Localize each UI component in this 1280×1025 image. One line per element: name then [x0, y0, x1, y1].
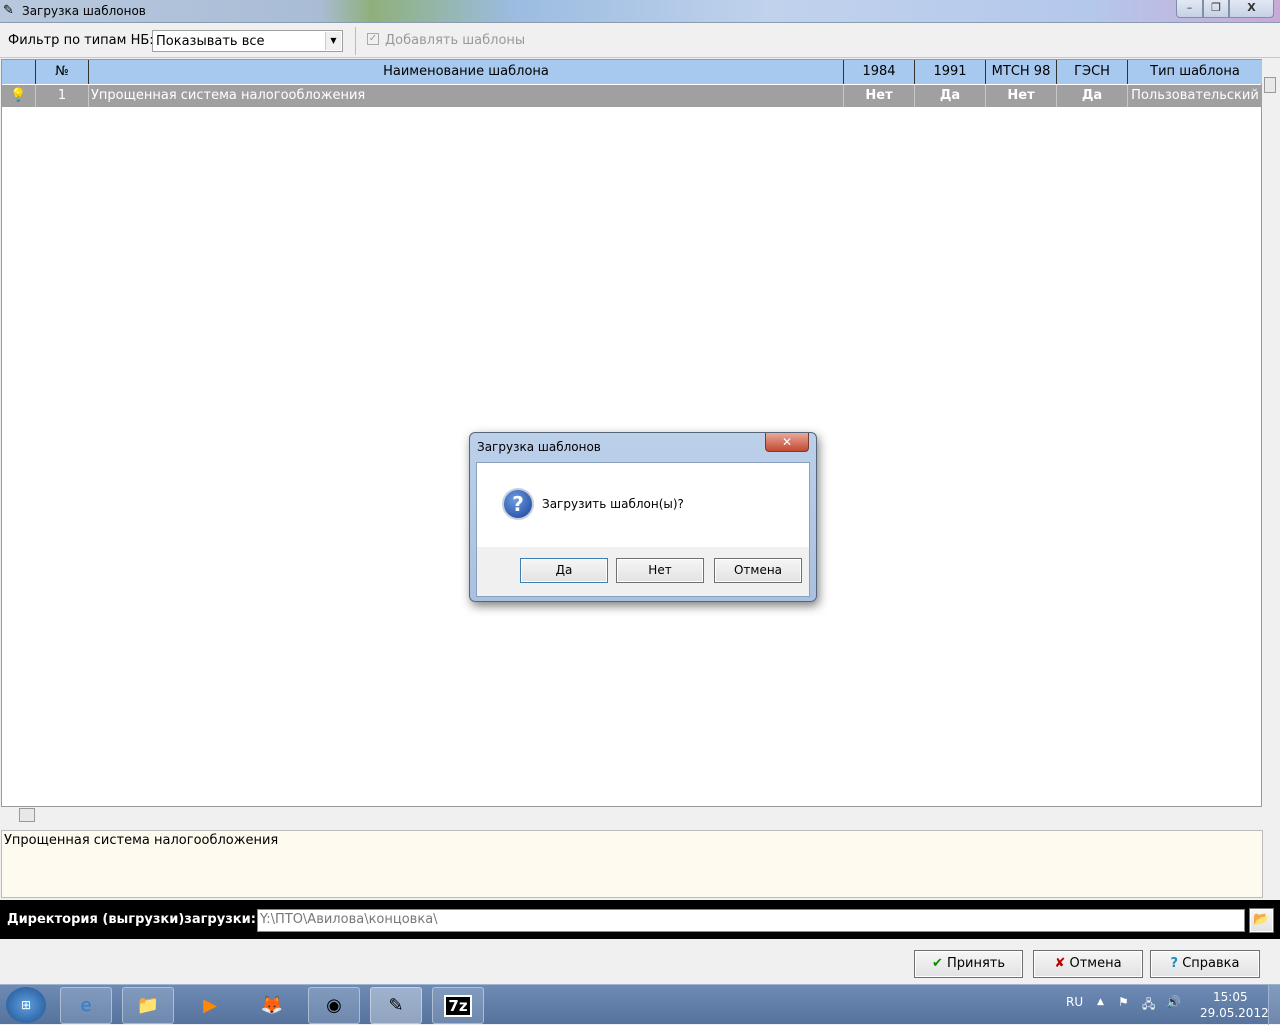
folder-open-icon[interactable]: 📂 [1249, 908, 1274, 933]
add-templates-checkbox[interactable]: ✓ [367, 33, 379, 45]
scroll-thumb[interactable] [19, 808, 35, 822]
app-icon: ✎ [3, 3, 14, 18]
filter-select[interactable]: Показывать все ▼ [152, 30, 343, 52]
col-name[interactable]: Наименование шаблона [89, 60, 844, 84]
confirm-dialog: Загрузка шаблонов ✕ ? Загрузить шаблон(ы… [469, 432, 817, 602]
directory-label: Директория (выгрузки)загрузки: [7, 912, 256, 927]
filter-label: Фильтр по типам НБ: [8, 33, 154, 48]
lightbulb-icon: 💡 [2, 85, 36, 107]
dialog-body: ? Загрузить шаблон(ы)? Да Нет Отмена [476, 462, 810, 597]
accept-label: Принять [947, 956, 1006, 971]
row-1991: Да [915, 85, 986, 107]
chevron-down-icon[interactable]: ▼ [325, 32, 341, 50]
row-gesn: Да [1057, 85, 1128, 107]
row-1984: Нет [844, 85, 915, 107]
question-icon: ? [1170, 956, 1179, 971]
description-memo[interactable]: Упрощенная система налогообложения [1, 830, 1263, 898]
question-icon: ? [502, 488, 534, 520]
table-row[interactable]: 💡 1 Упрощенная система налогообложения Н… [2, 85, 1262, 107]
x-icon: ✘ [1054, 956, 1066, 971]
tray-expand-icon[interactable]: ▲ [1097, 997, 1104, 1007]
row-name: Упрощенная система налогообложения [89, 85, 844, 107]
col-type[interactable]: Тип шаблона [1128, 60, 1262, 84]
col-1984[interactable]: 1984 [844, 60, 915, 84]
dialog-close-button[interactable]: ✕ [765, 433, 809, 452]
title-bar: ✎ Загрузка шаблонов – ❐ X [0, 0, 1280, 22]
no-button[interactable]: Нет [616, 558, 704, 583]
internet-explorer-icon[interactable]: e [60, 987, 112, 1024]
col-gesn[interactable]: ГЭСН [1057, 60, 1128, 84]
row-num: 1 [36, 85, 89, 107]
window-title: Загрузка шаблонов [22, 4, 146, 18]
dialog-message: Загрузить шаблон(ы)? [542, 497, 684, 511]
check-icon: ✔ [931, 956, 943, 971]
cancel-button[interactable]: ✘ Отмена [1033, 950, 1143, 978]
col-num[interactable]: № [36, 60, 89, 84]
explorer-icon[interactable]: 📁 [122, 987, 174, 1024]
dialog-title: Загрузка шаблонов [477, 440, 601, 454]
restore-button[interactable]: ❐ [1203, 0, 1229, 18]
grid-header: № Наименование шаблона 1984 1991 МТСН 98… [2, 60, 1262, 84]
vertical-scrollbar[interactable] [1262, 59, 1278, 807]
divider [355, 27, 356, 55]
row-mtsn98: Нет [986, 85, 1057, 107]
start-button[interactable]: ⊞ [6, 987, 46, 1023]
cancel-label: Отмена [1069, 956, 1122, 971]
filter-value: Показывать все [156, 34, 265, 49]
network-icon[interactable]: 🖧 [1142, 995, 1155, 1016]
template-editor-icon[interactable]: ✎ [370, 987, 422, 1024]
row-type: Пользовательский [1131, 88, 1259, 103]
toolbar: Фильтр по типам НБ: Показывать все ▼ ✓ До… [0, 22, 1280, 58]
volume-icon[interactable]: 🔊 [1166, 995, 1181, 1009]
help-label: Справка [1182, 956, 1240, 971]
show-desktop-button[interactable] [1268, 985, 1280, 1025]
close-button[interactable]: X [1229, 0, 1274, 18]
firefox-icon[interactable]: 🦊 [246, 987, 298, 1024]
yes-button[interactable]: Да [520, 558, 608, 583]
scroll-thumb[interactable] [1264, 77, 1276, 93]
7zip-icon[interactable]: 7z [432, 987, 484, 1024]
directory-input[interactable]: Y:\ПТО\Авилова\концовка\ [257, 909, 1245, 932]
minimize-button[interactable]: – [1176, 0, 1203, 18]
chrome-icon[interactable]: ◉ [308, 987, 360, 1024]
clock-date[interactable]: 29.05.2012 [1200, 1006, 1269, 1020]
language-indicator[interactable]: RU [1066, 995, 1083, 1009]
col-icon[interactable] [2, 60, 36, 84]
taskbar: ⊞ e 📁 ▶ 🦊 ◉ ✎ 7z RU ▲ ⚑ 🖧 🔊 15:05 29.05.… [0, 984, 1280, 1025]
action-center-flag-icon[interactable]: ⚑ [1118, 995, 1129, 1009]
media-player-icon[interactable]: ▶ [184, 987, 236, 1024]
add-templates-label: Добавлять шаблоны [385, 33, 526, 48]
dialog-cancel-button[interactable]: Отмена [714, 558, 802, 583]
accept-button[interactable]: ✔ Принять [914, 950, 1023, 978]
help-button[interactable]: ? Справка [1150, 950, 1260, 978]
horizontal-scrollbar[interactable] [1, 807, 1262, 823]
directory-bar: Директория (выгрузки)загрузки: Y:\ПТО\Ав… [0, 900, 1280, 939]
col-mtsn98[interactable]: МТСН 98 [986, 60, 1057, 84]
col-1991[interactable]: 1991 [915, 60, 986, 84]
clock-time[interactable]: 15:05 [1213, 990, 1248, 1004]
